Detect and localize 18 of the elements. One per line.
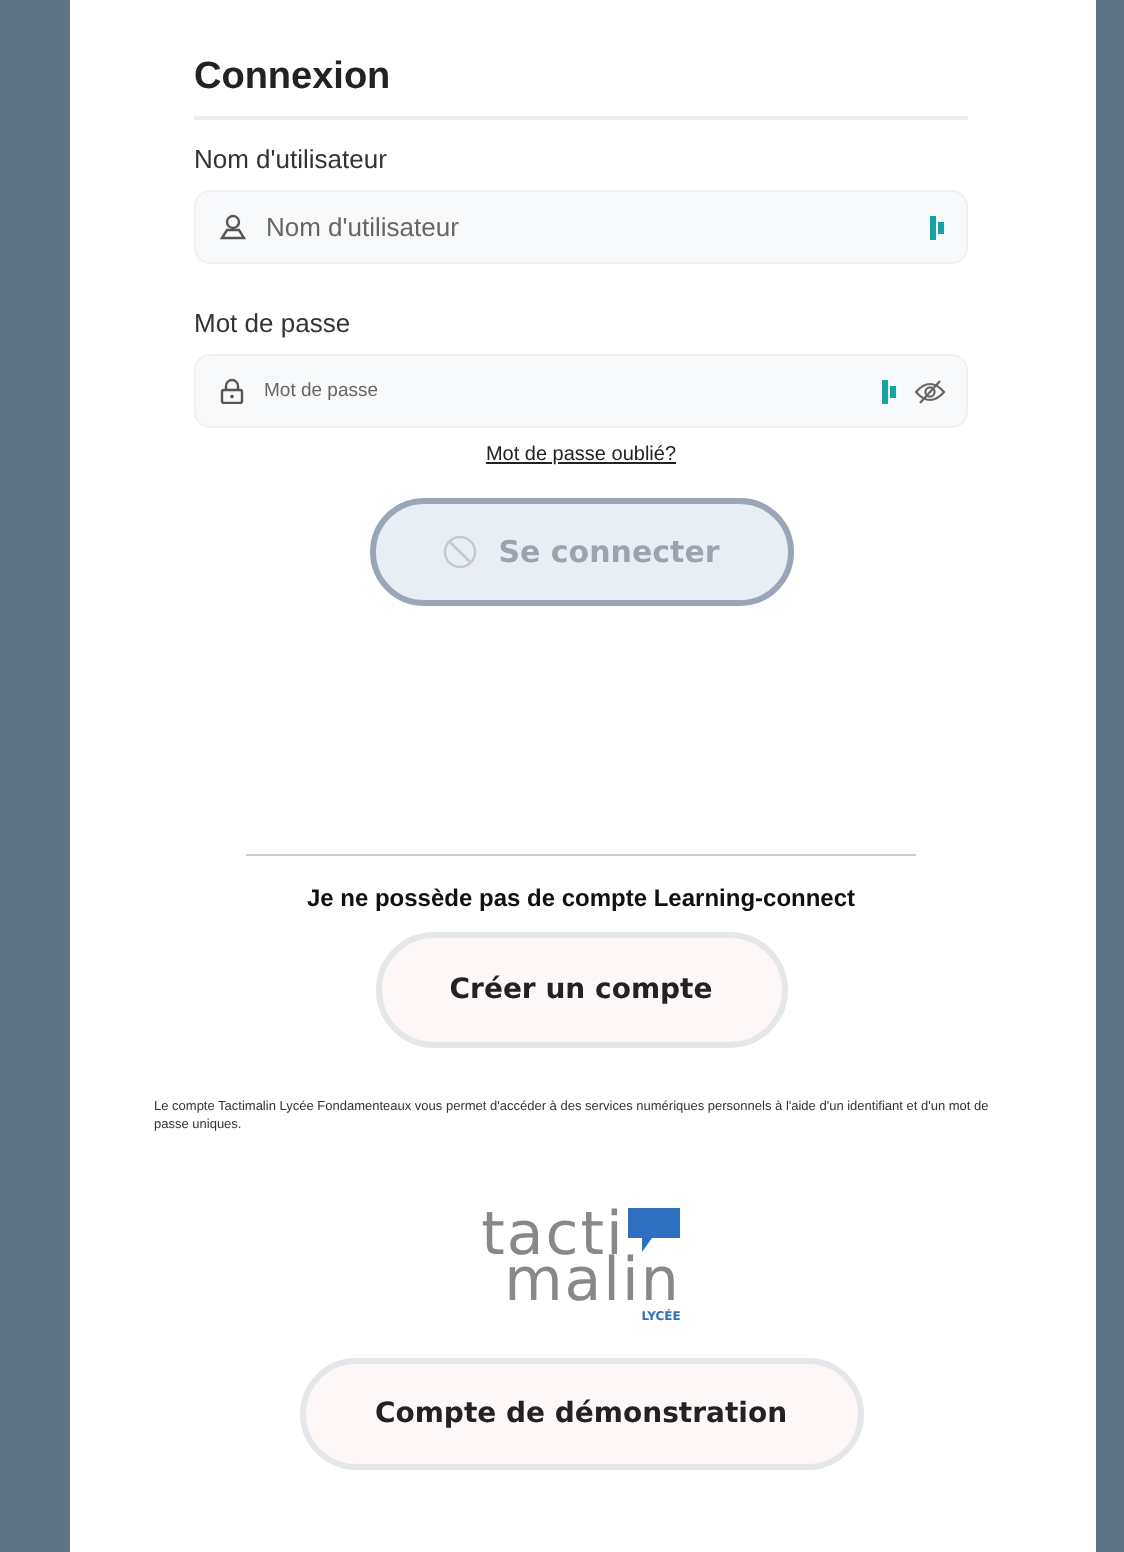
extension-icon[interactable] (930, 215, 946, 239)
blocked-icon (442, 534, 479, 570)
input-field[interactable]: Nom d'utilisateur (262, 210, 914, 244)
page-title: Connexion (194, 56, 393, 100)
input-field[interactable]: Mot de passe (260, 378, 866, 404)
text-field[interactable]: Nom d'utilisateur (194, 190, 968, 264)
extension-icon[interactable] (882, 379, 898, 403)
text-field[interactable]: Mot de passe (194, 354, 968, 428)
eye-slash-icon[interactable] (914, 379, 946, 403)
field-label: Nom d'utilisateur (194, 144, 389, 174)
speech-bubble-icon (628, 1207, 681, 1256)
create-account-button[interactable]: Créer un compte (375, 932, 787, 1048)
demo-account-button[interactable]: Compte de démonstration (299, 1357, 863, 1470)
lock-icon (220, 378, 244, 404)
user-icon (220, 214, 246, 240)
forgot-password-link[interactable]: Mot de passe oublié? (485, 444, 677, 466)
field-label: Mot de passe (194, 308, 353, 338)
no-account-heading: Je ne possède pas de compte Learning-connect (304, 884, 858, 912)
